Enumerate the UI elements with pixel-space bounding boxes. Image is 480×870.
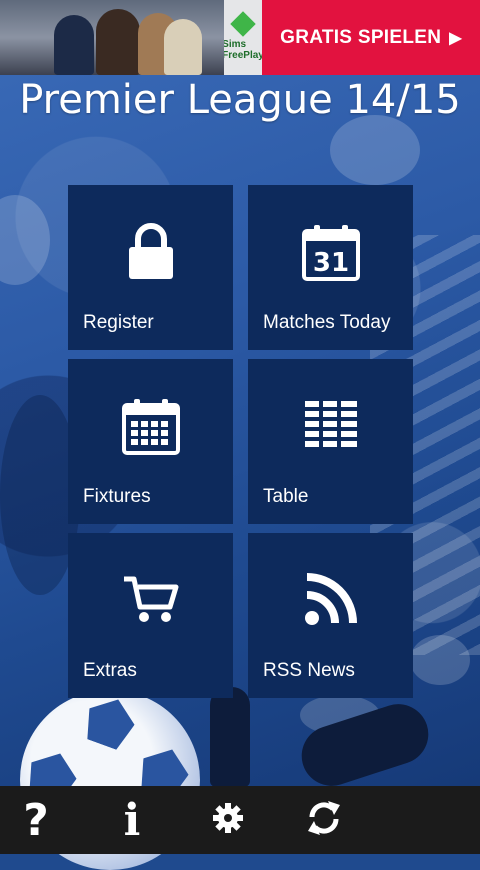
rss-icon	[248, 571, 413, 629]
player-silhouette	[210, 687, 250, 786]
background-splatter	[330, 115, 420, 185]
tile-label: Table	[263, 486, 309, 507]
play-arrow-icon: ▶	[449, 29, 462, 47]
background-splatter	[410, 635, 470, 685]
tile-extras[interactable]: Extras	[68, 533, 233, 698]
plumbob-icon	[230, 10, 256, 37]
tile-table[interactable]: Table	[248, 359, 413, 524]
ad-logo: Sims FreePlay	[222, 0, 264, 75]
ad-logo-text: Sims FreePlay	[222, 38, 264, 61]
tile-label: Extras	[83, 660, 137, 681]
help-button[interactable]: ?	[6, 786, 66, 854]
settings-button[interactable]	[198, 786, 258, 854]
shopping-cart-icon	[68, 571, 233, 629]
page-title: Premier League 14/15	[19, 77, 461, 123]
calendar-31-icon: 31	[248, 223, 413, 281]
tile-label: Register	[83, 312, 154, 333]
tile-matches-today[interactable]: 31 Matches Today	[248, 185, 413, 350]
tile-register[interactable]: Register	[68, 185, 233, 350]
bottom-toolbar: ? i	[0, 786, 480, 854]
tile-label: Fixtures	[83, 486, 151, 507]
tile-rss-news[interactable]: RSS News	[248, 533, 413, 698]
calendar-grid-icon	[68, 397, 233, 455]
info-button[interactable]: i	[102, 786, 162, 854]
gear-icon	[212, 802, 244, 839]
background-splatter	[0, 195, 50, 285]
lock-icon	[68, 223, 233, 281]
help-icon: ?	[23, 794, 49, 846]
tile-label: Matches Today	[263, 312, 391, 333]
ad-banner[interactable]: Sims FreePlay GRATIS SPIELEN ▶	[0, 0, 480, 75]
ad-cta-button[interactable]: GRATIS SPIELEN ▶	[262, 0, 480, 75]
table-icon	[248, 397, 413, 455]
tile-label: RSS News	[263, 660, 355, 681]
refresh-icon	[306, 799, 342, 842]
refresh-button[interactable]	[294, 786, 354, 854]
ad-image	[0, 0, 224, 75]
tile-fixtures[interactable]: Fixtures	[68, 359, 233, 524]
info-icon: i	[123, 794, 141, 846]
svg-text:31: 31	[312, 248, 348, 278]
ad-cta-label: GRATIS SPIELEN	[280, 26, 442, 48]
